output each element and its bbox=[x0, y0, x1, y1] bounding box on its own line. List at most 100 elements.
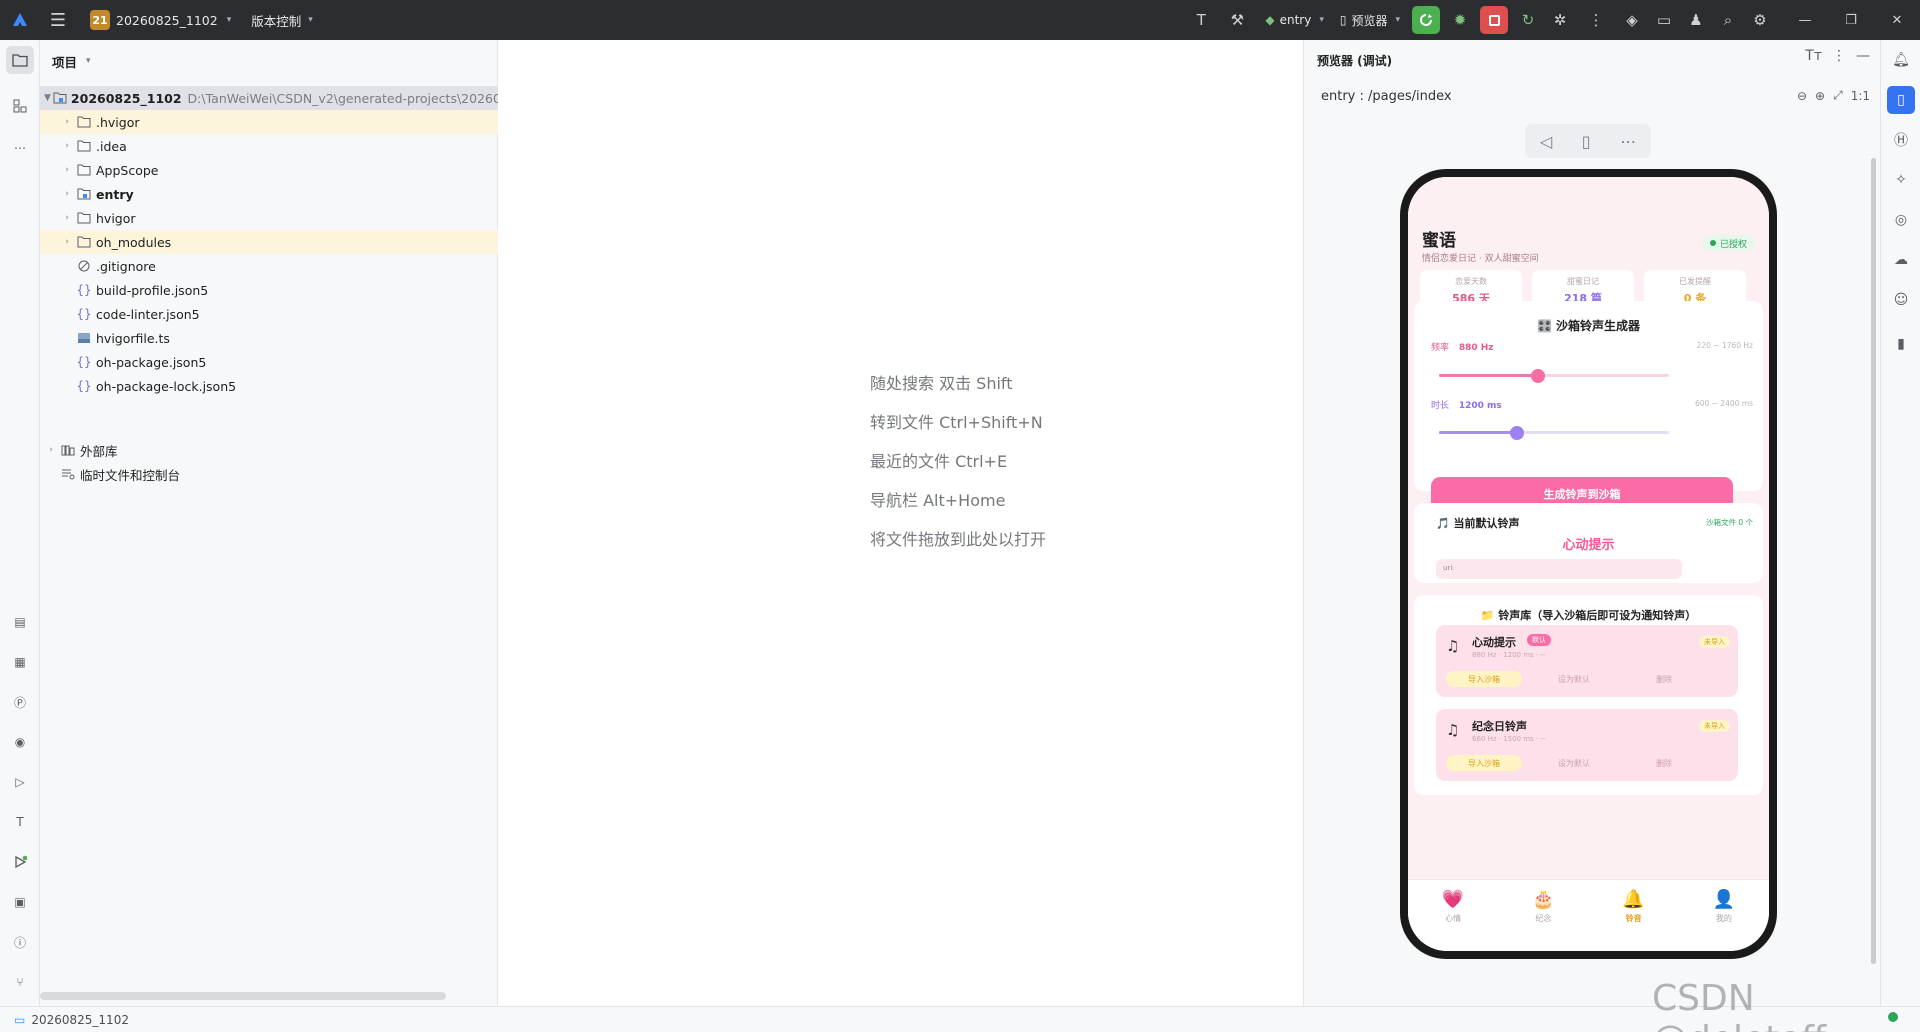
gear-icon[interactable]: ⚙ bbox=[1744, 0, 1776, 40]
freq-slider-thumb[interactable] bbox=[1531, 369, 1545, 383]
vcs-menu[interactable]: 版本控制 ▾ bbox=[243, 11, 321, 30]
tree-item[interactable]: › .hvigor bbox=[40, 110, 498, 134]
set-default-button[interactable]: 设为默认 bbox=[1536, 671, 1612, 687]
project-switcher[interactable]: 21 20260825_1102 ▾ bbox=[82, 6, 239, 34]
notifications-icon[interactable]: 🔔︎ bbox=[1887, 46, 1915, 74]
debug-icon[interactable]: ✹ bbox=[1444, 0, 1476, 40]
tree-item[interactable]: hvigorfile.ts bbox=[40, 326, 498, 350]
main-menu-icon[interactable]: ☰ bbox=[40, 0, 76, 40]
zoom-reset-button[interactable]: 1:1 bbox=[1851, 89, 1870, 103]
editor-empty-area[interactable]: 随处搜索 双击 Shift 转到文件 Ctrl+Shift+N 最近的文件 Ct… bbox=[498, 40, 1304, 1006]
bug-icon[interactable]: ✲ bbox=[1544, 0, 1576, 40]
chevron-right-icon[interactable]: › bbox=[60, 213, 74, 223]
device-manager-icon[interactable]: ◈ bbox=[1616, 0, 1648, 40]
device-icon[interactable]: ▮ bbox=[1887, 330, 1915, 358]
zoom-out-icon[interactable]: ⊖ bbox=[1797, 89, 1807, 103]
import-sandbox-button[interactable]: 导入沙箱 bbox=[1446, 755, 1522, 771]
harmony-icon[interactable]: Ⓗ bbox=[1887, 126, 1915, 154]
more-horizontal-icon[interactable]: ⋯ bbox=[6, 134, 34, 162]
import-sandbox-button[interactable]: 导入沙箱 bbox=[1446, 671, 1522, 687]
git-icon[interactable]: ⑂ bbox=[6, 968, 34, 996]
dur-slider-thumb[interactable] bbox=[1510, 426, 1524, 440]
status-project[interactable]: 20260825_1102 bbox=[31, 1013, 129, 1027]
ringtone-item[interactable]: ♫ 心动提示 默认 880 Hz · 1200 ms · -- 未导入 导入沙箱… bbox=[1436, 625, 1738, 697]
hammer-icon[interactable]: ⚒ bbox=[1217, 0, 1257, 40]
layout-icon[interactable]: ▦ bbox=[6, 648, 34, 676]
minimize-panel-icon[interactable]: — bbox=[1856, 48, 1870, 64]
horizontal-scrollbar[interactable] bbox=[40, 992, 446, 1000]
profiler-icon[interactable]: Ⓟ bbox=[6, 688, 34, 716]
tab-label: 心情 bbox=[1445, 914, 1462, 923]
tree-item[interactable]: {} build-profile.json5 bbox=[40, 278, 498, 302]
tab-anniversary[interactable]: 🎂 纪念 bbox=[1498, 880, 1588, 951]
font-size-icon[interactable]: Tт bbox=[1805, 48, 1822, 64]
chevron-right-icon[interactable]: › bbox=[60, 165, 74, 175]
right-tool-strip: 🔔︎ ▯ Ⓗ ✧ ◎ ☁ ☺ ▮ bbox=[1880, 40, 1920, 1006]
current-ringtone-name: 心动提示 bbox=[1562, 538, 1615, 553]
back-icon[interactable]: ◁ bbox=[1540, 132, 1552, 151]
chevron-right-icon[interactable]: › bbox=[60, 117, 74, 127]
ide-logo-icon[interactable] bbox=[0, 0, 40, 40]
tab-ringtone[interactable]: 🔔 铃音 bbox=[1589, 880, 1679, 951]
chevron-right-icon[interactable]: › bbox=[60, 189, 74, 199]
tree-scratches[interactable]: 临时文件和控制台 bbox=[40, 462, 498, 486]
services-icon[interactable]: ▷ bbox=[6, 768, 34, 796]
tab-mood[interactable]: 💗 心情 bbox=[1408, 880, 1498, 951]
robot-icon[interactable]: ☺ bbox=[1887, 286, 1915, 314]
minimize-icon[interactable]: — bbox=[1782, 0, 1828, 40]
more-vertical-icon[interactable]: ⋮ bbox=[1576, 0, 1616, 40]
tree-item[interactable]: › AppScope bbox=[40, 158, 498, 182]
fit-screen-icon[interactable]: ⤢ bbox=[1833, 88, 1843, 103]
chevron-right-icon[interactable]: › bbox=[60, 237, 74, 247]
todo-icon[interactable]: ▤ bbox=[6, 608, 34, 636]
tree-external-libs[interactable]: › 外部库 bbox=[40, 438, 498, 462]
ai-assistant-icon[interactable]: ✧ bbox=[1887, 166, 1915, 194]
delete-button[interactable]: 删除 bbox=[1626, 755, 1702, 771]
delete-button[interactable]: 删除 bbox=[1626, 671, 1702, 687]
run-button[interactable] bbox=[1412, 6, 1440, 34]
device-selector[interactable]: ▯ 预览器 ▾ bbox=[1332, 0, 1408, 40]
run-tool-icon[interactable] bbox=[6, 848, 34, 876]
tree-item[interactable]: {} code-linter.json5 bbox=[40, 302, 498, 326]
tree-item-label: code-linter.json5 bbox=[96, 306, 200, 322]
previewer-tool-icon[interactable]: ▯ bbox=[1887, 86, 1915, 114]
font-tool-icon[interactable]: T bbox=[1185, 0, 1217, 40]
tree-item[interactable]: {} oh-package-lock.json5 bbox=[40, 374, 498, 398]
rotate-icon[interactable]: ▯ bbox=[1582, 132, 1591, 151]
build-icon[interactable]: T bbox=[6, 808, 34, 836]
tree-root[interactable]: ▼ 20260825_1102 D:\TanWeiWei\CSDN_v2\gen… bbox=[40, 86, 498, 110]
vertical-scrollbar[interactable] bbox=[1871, 158, 1876, 964]
tree-item[interactable]: › .idea bbox=[40, 134, 498, 158]
zoom-in-icon[interactable]: ⊕ bbox=[1815, 89, 1825, 103]
chevron-right-icon[interactable]: › bbox=[60, 141, 74, 151]
search-icon[interactable]: ⌕ bbox=[1712, 0, 1744, 40]
inspector-icon[interactable]: ◉ bbox=[6, 728, 34, 756]
tree-item[interactable]: {} oh-package.json5 bbox=[40, 350, 498, 374]
folder-icon[interactable]: ▭ bbox=[1648, 0, 1680, 40]
account-icon[interactable]: ♟ bbox=[1680, 0, 1712, 40]
codegenie-icon[interactable]: ◎ bbox=[1887, 206, 1915, 234]
current-ringtone-card: 🎵 当前默认铃声 沙箱文件 0 个 心动提示 uri: bbox=[1414, 503, 1763, 583]
module-selector[interactable]: ◆ entry ▾ bbox=[1257, 0, 1332, 40]
project-view-icon[interactable] bbox=[6, 46, 34, 74]
tree-item[interactable]: › entry bbox=[40, 182, 498, 206]
tree-item[interactable]: › hvigor bbox=[40, 206, 498, 230]
tree-item[interactable]: › oh_modules bbox=[40, 230, 498, 254]
restore-icon[interactable]: ❐ bbox=[1828, 0, 1874, 40]
more-vertical-icon[interactable]: ⋮ bbox=[1832, 48, 1846, 64]
close-icon[interactable]: ✕ bbox=[1874, 0, 1920, 40]
project-panel-header[interactable]: 项目 ▾ bbox=[40, 40, 497, 82]
reload-icon[interactable]: ↻ bbox=[1512, 0, 1544, 40]
problems-icon[interactable]: ⓘ bbox=[6, 928, 34, 956]
ringtone-item[interactable]: ♫ 纪念日铃声 660 Hz · 1500 ms · -- 未导入 导入沙箱 设… bbox=[1436, 709, 1738, 781]
cloud-icon[interactable]: ☁ bbox=[1887, 246, 1915, 274]
set-default-button[interactable]: 设为默认 bbox=[1536, 755, 1612, 771]
folder-icon bbox=[76, 139, 92, 153]
tab-profile[interactable]: 👤 我的 bbox=[1679, 880, 1769, 951]
stop-button[interactable] bbox=[1480, 6, 1508, 34]
more-horizontal-icon[interactable]: ⋯ bbox=[1620, 132, 1636, 151]
structure-icon[interactable] bbox=[6, 92, 34, 120]
terminal-icon[interactable]: ▣ bbox=[6, 888, 34, 916]
tree-item-label: .idea bbox=[96, 138, 127, 154]
tree-item[interactable]: .gitignore bbox=[40, 254, 498, 278]
